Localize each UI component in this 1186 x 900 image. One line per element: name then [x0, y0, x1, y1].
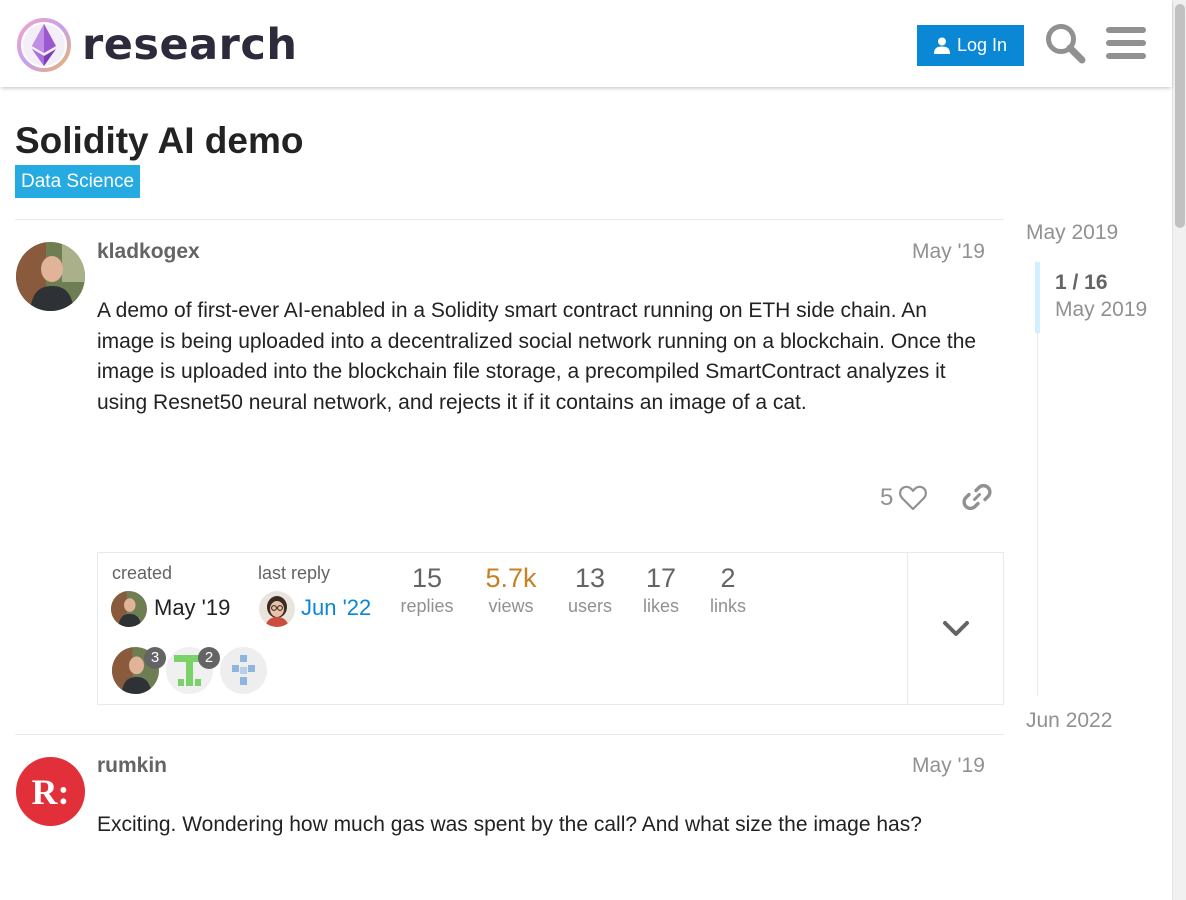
search-icon[interactable] [1044, 22, 1086, 64]
participant-post-count: 2 [198, 647, 220, 669]
rumkin-avatar-letters: R: [31, 771, 70, 812]
created-date: May '19 [154, 595, 231, 620]
user-icon [933, 37, 950, 54]
like-count[interactable]: 5 [880, 484, 893, 512]
timeline-position[interactable]: 1 / 16 [1055, 271, 1108, 295]
login-label: Log In [956, 35, 1008, 55]
post-author-username[interactable]: kladkogex [97, 240, 200, 264]
timeline-start-date[interactable]: May 2019 [1026, 221, 1118, 245]
ethereum-research-logo-icon [17, 18, 71, 72]
topic-map-expand-toggle[interactable] [907, 553, 1003, 704]
kladkogex-avatar-image [16, 242, 85, 311]
avatar [111, 591, 147, 627]
category-badge[interactable]: Data Science [15, 165, 141, 198]
kladkogex-avatar-image [111, 591, 147, 627]
created-label: created [112, 563, 173, 583]
avatar[interactable]: R: [16, 757, 85, 826]
last-replier-avatar-image [259, 591, 295, 627]
last-reply-label: last reply [258, 563, 331, 583]
participant-post-count: 3 [144, 647, 166, 669]
replies-count: 15 [411, 563, 443, 593]
post-divider [15, 734, 1004, 735]
links-stat: 2 links [688, 563, 768, 617]
chevron-down-icon [942, 620, 969, 636]
post-date[interactable]: May '19 [912, 754, 985, 778]
post-divider [15, 219, 1004, 220]
site-header: research Log In [0, 0, 1172, 87]
logo-text: research [82, 19, 298, 70]
views-count: 5.7k [485, 563, 537, 593]
users-stat: 13 users [550, 563, 630, 617]
timeline-position-date: May 2019 [1055, 298, 1148, 321]
links-count: 2 [720, 563, 736, 593]
last-reply-date[interactable]: Jun '22 [301, 595, 371, 621]
post-author-username[interactable]: rumkin [97, 754, 167, 778]
topic-map-stats[interactable]: created May '19 last reply Jun '22 15 re… [98, 553, 908, 704]
topic-title[interactable]: Solidity AI demo [15, 120, 303, 162]
post-date[interactable]: May '19 [912, 240, 985, 264]
login-button[interactable]: Log In [917, 25, 1024, 66]
like-button[interactable]: 5 [880, 478, 928, 518]
links-label: links [709, 596, 746, 616]
topic-map: created May '19 last reply Jun '22 15 re… [97, 552, 1004, 705]
timeline-scroller-handle[interactable] [1035, 262, 1040, 333]
hamburger-menu-icon[interactable] [1106, 25, 1146, 61]
participant-avatar[interactable] [220, 647, 267, 694]
page-scrollbar[interactable] [1172, 0, 1186, 900]
timeline-end-date[interactable]: Jun 2022 [1026, 709, 1112, 733]
identicon-avatar-image [232, 655, 255, 685]
views-stat: 5.7k views [471, 563, 551, 617]
users-count: 13 [574, 563, 606, 593]
share-link-icon[interactable] [962, 482, 992, 512]
scrollbar-thumb[interactable] [1175, 4, 1185, 228]
users-label: users [567, 596, 612, 616]
avatar[interactable] [16, 242, 85, 311]
post-body: A demo of first-ever AI-enabled in a Sol… [97, 299, 977, 414]
replies-label: replies [400, 596, 454, 616]
site-logo[interactable]: research [16, 16, 297, 74]
replies-stat: 15 replies [387, 563, 467, 617]
views-label: views [488, 596, 534, 616]
heart-icon [899, 485, 928, 511]
post-body: Exciting. Wondering how much gas was spe… [97, 813, 922, 836]
avatar [259, 591, 295, 627]
